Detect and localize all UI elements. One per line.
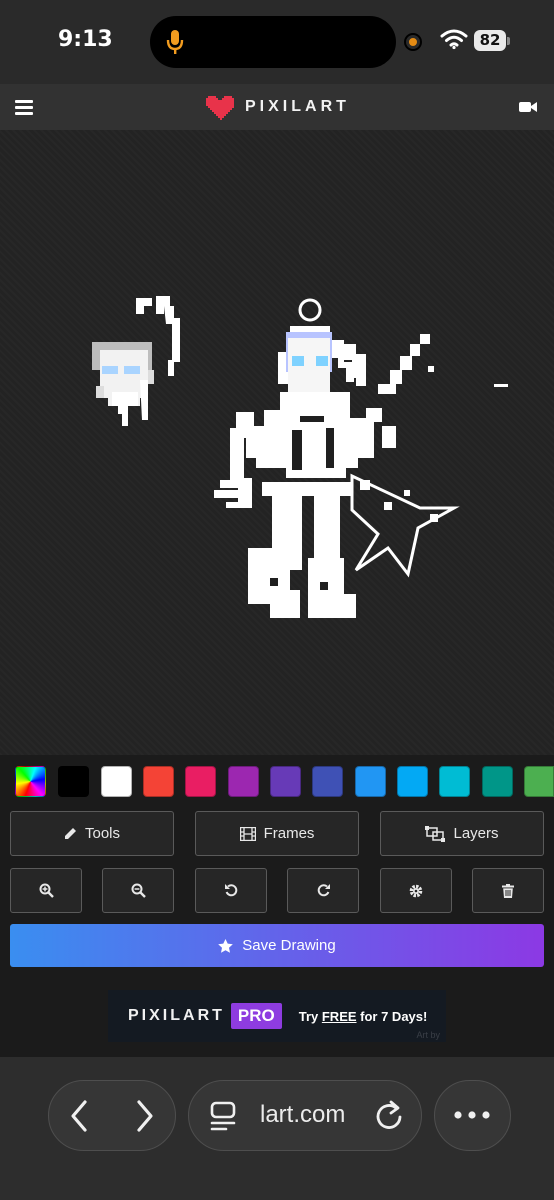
ad-cta-pre: Try — [298, 1008, 322, 1024]
more-dots-icon — [454, 1111, 490, 1119]
status-bar: 9:13 82 — [0, 0, 554, 84]
palette-swatch-blue[interactable] — [355, 766, 386, 797]
ad-pro-badge: PRO — [230, 1003, 282, 1029]
layers-button[interactable]: Layers — [380, 811, 544, 856]
star-icon — [218, 938, 234, 953]
redo-icon — [317, 884, 330, 897]
battery-level: 82 — [474, 30, 506, 51]
ad-cta: Try FREE for 7 Days! — [299, 1009, 428, 1024]
battery-cap-icon — [507, 37, 510, 45]
redo-button[interactable] — [287, 868, 359, 913]
film-icon — [239, 826, 256, 841]
layers-label: Layers — [453, 825, 499, 842]
dynamic-island — [150, 16, 396, 68]
palette-swatch-deep-purple[interactable] — [270, 766, 301, 797]
tabs-icon[interactable] — [210, 1101, 236, 1131]
palette-swatch-pink[interactable] — [185, 766, 216, 797]
drawing-canvas[interactable] — [0, 130, 554, 755]
frames-button[interactable]: Frames — [195, 811, 359, 856]
zoom-out-icon — [131, 883, 146, 898]
palette-swatch-indigo[interactable] — [312, 766, 343, 797]
app-logo[interactable]: PIXILART — [205, 93, 350, 121]
palette-swatch-light-blue[interactable] — [397, 766, 428, 797]
url-text: lart.com — [260, 1101, 346, 1128]
palette-swatch-rainbow[interactable] — [15, 766, 46, 797]
microphone-icon — [166, 30, 184, 54]
zoom-in-button[interactable] — [10, 868, 82, 913]
layers-icon — [425, 825, 446, 842]
pencil-icon — [64, 828, 76, 839]
color-palette — [0, 760, 554, 802]
ad-cta-post: for 7 Days! — [356, 1008, 428, 1024]
palette-swatch-teal[interactable] — [482, 766, 513, 797]
app-name: PIXILART — [245, 98, 350, 115]
forward-arrow-icon[interactable] — [134, 1099, 156, 1133]
settings-button[interactable] — [380, 868, 452, 913]
tools-button[interactable]: Tools — [10, 811, 174, 856]
wifi-icon — [440, 29, 468, 50]
ad-watermark: Art by — [416, 1030, 440, 1040]
delete-button[interactable] — [472, 868, 544, 913]
menu-icon[interactable] — [15, 100, 33, 115]
pro-ad-banner[interactable]: PIXILART PRO Try FREE for 7 Days! Art by — [108, 990, 446, 1042]
palette-swatch-green[interactable] — [524, 766, 554, 797]
palette-swatch-cyan[interactable] — [439, 766, 470, 797]
video-camera-icon[interactable] — [519, 100, 537, 114]
status-time: 9:13 — [58, 27, 113, 52]
save-drawing-button[interactable]: Save Drawing — [10, 924, 544, 967]
sprite-main-character — [214, 298, 460, 618]
reload-icon[interactable] — [374, 1100, 404, 1132]
back-arrow-icon[interactable] — [68, 1099, 90, 1133]
palette-swatch-white[interactable] — [101, 766, 132, 797]
trash-icon — [502, 883, 514, 898]
palette-swatch-black[interactable] — [58, 766, 89, 797]
ad-brand: PIXILART — [128, 1007, 225, 1024]
frames-label: Frames — [263, 825, 315, 842]
pixel-heart-icon — [206, 96, 234, 120]
zoom-out-button[interactable] — [102, 868, 174, 913]
ad-cta-free: FREE — [321, 1008, 357, 1024]
palette-swatch-red[interactable] — [143, 766, 174, 797]
gear-icon — [409, 884, 423, 897]
undo-button[interactable] — [195, 868, 267, 913]
recording-dot-icon — [406, 35, 420, 49]
sprite-small-head — [92, 296, 180, 426]
tools-label: Tools — [84, 825, 121, 842]
pixel-artwork — [92, 296, 508, 618]
undo-icon — [224, 884, 237, 897]
zoom-in-icon — [39, 883, 54, 898]
save-drawing-label: Save Drawing — [242, 937, 336, 954]
palette-swatch-purple[interactable] — [228, 766, 259, 797]
